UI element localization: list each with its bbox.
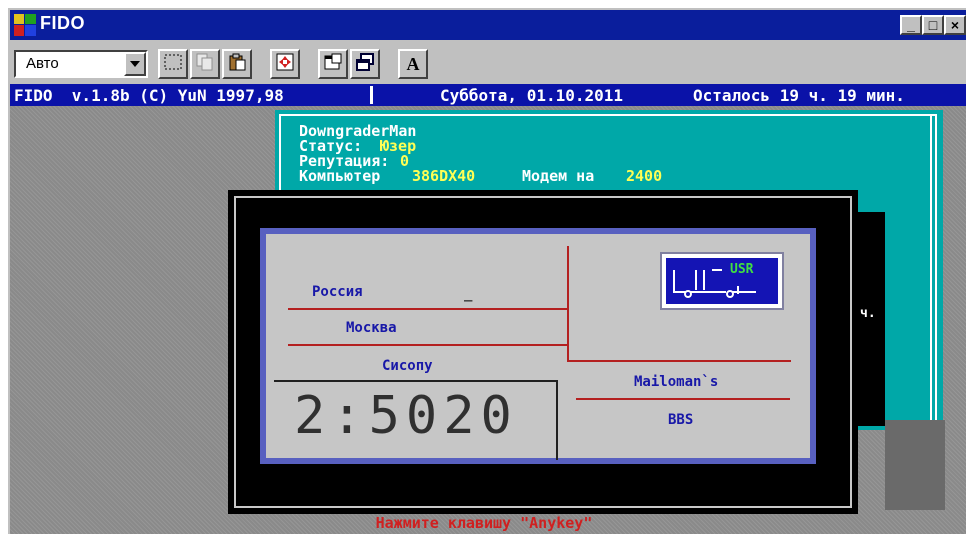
divider-line	[288, 308, 568, 310]
divider-line	[567, 246, 569, 362]
country-mark: _	[464, 286, 473, 302]
app-icon[interactable]	[14, 14, 36, 36]
divider-line	[576, 398, 790, 400]
minimize-button[interactable]: _	[900, 15, 922, 35]
properties-icon	[324, 53, 342, 75]
station-text: Mailoman`s	[634, 374, 719, 390]
press-key-hint: Нажмите клавишу "Anykey"	[375, 514, 593, 532]
status-time-left: Осталось 19 ч. 19 мин.	[693, 86, 905, 105]
side-text: ч.	[860, 306, 876, 321]
properties-button[interactable]	[318, 49, 348, 79]
fullscreen-button[interactable]	[270, 49, 300, 79]
usr-logo-text: USR	[730, 262, 754, 277]
copy-button[interactable]	[190, 49, 220, 79]
font-size-select-value: Авто	[26, 55, 59, 72]
user-computer-label: Компьютер	[299, 167, 381, 185]
user-computer-value: 386DX40	[412, 167, 476, 185]
paste-icon	[228, 53, 246, 75]
window-title: FIDO	[40, 13, 85, 33]
toolbar	[10, 41, 966, 83]
city-text: Москва	[346, 320, 397, 336]
role-text: Сисопу	[382, 358, 433, 374]
title-bar[interactable]	[10, 10, 966, 40]
user-reputation-value: 0	[400, 152, 410, 170]
font-button[interactable]: A	[398, 49, 428, 79]
select-icon	[164, 54, 182, 74]
country-text: Россия	[312, 284, 363, 300]
maximize-button[interactable]: □	[922, 15, 944, 35]
background-button[interactable]	[350, 49, 380, 79]
divider-line	[288, 344, 568, 346]
shadow-block-lower	[885, 420, 945, 510]
background-icon	[356, 53, 374, 75]
user-modem-value: 2400	[626, 167, 663, 185]
status-date: Суббота, 01.10.2011	[440, 86, 624, 105]
close-button[interactable]: ×	[944, 15, 966, 35]
select-button[interactable]	[158, 49, 188, 79]
fido-address: 2:5020	[294, 386, 518, 446]
user-modem-label: Модем на	[522, 167, 595, 185]
chevron-down-icon[interactable]	[124, 52, 146, 76]
divider-line	[567, 360, 791, 362]
station-type-text: BBS	[668, 412, 694, 428]
usr-logo	[666, 258, 778, 304]
zoom-icon	[276, 53, 294, 75]
copy-icon	[196, 53, 214, 75]
status-cursor	[370, 86, 373, 104]
status-program: FIDO v.1.8b (C) YuN 1997,98	[14, 86, 284, 105]
paste-button[interactable]	[222, 49, 252, 79]
panel-divider	[930, 114, 932, 424]
font-icon: A	[406, 53, 420, 74]
